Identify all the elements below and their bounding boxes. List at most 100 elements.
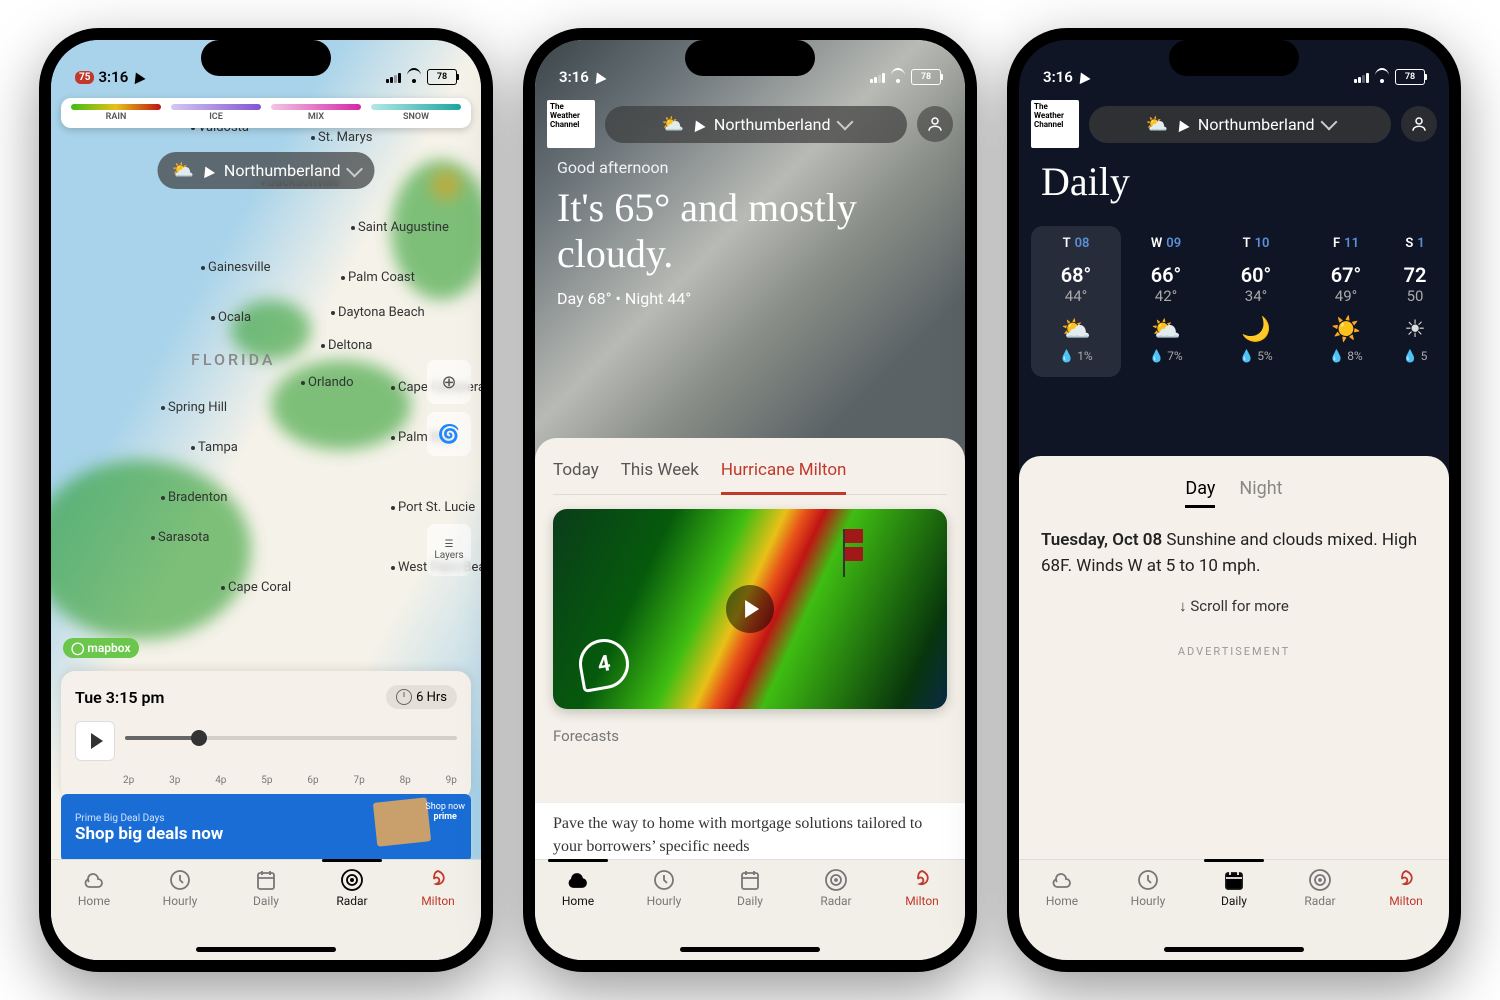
greeting-label: Good afternoon <box>557 158 943 177</box>
tab-milton[interactable]: Milton <box>879 868 965 960</box>
clock-icon <box>396 689 412 705</box>
location-name: Northumberland <box>224 161 341 180</box>
day-description: Tuesday, Oct 08 Sunshine and clouds mixe… <box>1041 528 1427 579</box>
day-high: 68° <box>1035 263 1117 287</box>
notch <box>685 40 815 76</box>
map-layers-button[interactable]: ☰Layers <box>427 524 471 576</box>
advertisement-banner[interactable]: Prime Big Deal Days Shop big deals now S… <box>61 794 471 862</box>
city-label: Sarasota <box>151 530 209 545</box>
profile-button[interactable] <box>917 106 953 142</box>
precip-chance: 💧 1% <box>1035 349 1117 363</box>
location-name: Northumberland <box>1198 115 1315 134</box>
city-label: Ocala <box>211 310 251 325</box>
layers-label: Layers <box>434 550 463 561</box>
location-arrow-icon <box>1176 115 1190 134</box>
day-column[interactable]: S1 7250 ☀💧 5 <box>1391 226 1439 377</box>
advertisement-label: ADVERTISEMENT <box>1041 645 1427 658</box>
home-indicator[interactable] <box>1164 947 1304 952</box>
play-button[interactable] <box>75 721 115 761</box>
hurricane-video-card[interactable]: 4 <box>553 509 947 709</box>
tab-today[interactable]: Today <box>553 456 599 494</box>
battery-icon: 78 <box>1395 69 1425 85</box>
city-label: St. Marys <box>311 130 372 145</box>
phone-radar: FLORIDA Valdosta St. Marys Jacksonville … <box>39 28 493 972</box>
timeline-ticks: 2p3p4p5p6p7p8p9p <box>75 775 457 786</box>
legend-ice: ICE <box>209 112 223 122</box>
weather-icon: ⛅ <box>1145 114 1167 135</box>
status-time: 3:16 <box>559 68 589 86</box>
status-time: 3:16 <box>1043 68 1073 86</box>
state-label: FLORIDA <box>191 350 275 369</box>
city-label: Daytona Beach <box>331 305 425 320</box>
legend-rain: RAIN <box>106 112 127 122</box>
timeline-slider[interactable] <box>125 728 457 754</box>
route-badge: 75 <box>75 71 94 84</box>
map-storm-button[interactable]: 🌀 <box>427 412 471 456</box>
profile-button[interactable] <box>1401 106 1437 142</box>
twc-logo[interactable]: The Weather Channel <box>547 100 595 148</box>
hurricane-flag-icon <box>843 529 867 577</box>
ad-package-icon <box>373 797 431 846</box>
day-column[interactable]: W09 66°42° ⛅💧 7% <box>1121 226 1211 377</box>
tab-bar: Home Hourly Daily Radar Milton <box>51 859 481 960</box>
tab-night[interactable]: Night <box>1239 478 1282 508</box>
detail-sheet: Day Night Tuesday, Oct 08 Sunshine and c… <box>1019 456 1449 868</box>
location-selector[interactable]: ⛅Northumberland <box>157 152 374 189</box>
tab-home[interactable]: Home <box>1019 868 1105 960</box>
tab-milton[interactable]: Milton <box>1363 868 1449 960</box>
phone-home: 3:16 78 The Weather Channel ⛅ Northumberl… <box>523 28 977 972</box>
tab-day[interactable]: Day <box>1185 478 1215 508</box>
tab-bar: Home Hourly Daily Radar Milton <box>1019 859 1449 960</box>
day-night-tabs: Day Night <box>1041 478 1427 508</box>
city-label: Saint Augustine <box>351 220 449 235</box>
location-selector[interactable]: ⛅ Northumberland <box>1089 106 1391 143</box>
tab-bar: Home Hourly Daily Radar Milton <box>535 859 965 960</box>
twc-logo[interactable]: The Weather Channel <box>1031 100 1079 148</box>
wifi-icon <box>1374 71 1390 83</box>
signal-icon <box>386 71 401 83</box>
phone-daily: 3:16 78 The Weather Channel ⛅ Northumberl… <box>1007 28 1461 972</box>
city-label: Tampa <box>191 440 238 455</box>
location-name: Northumberland <box>714 115 831 134</box>
signal-icon <box>870 71 885 83</box>
weather-icon: ⛅ <box>661 114 683 135</box>
location-arrow-icon <box>132 68 146 86</box>
legend-mix: MIX <box>308 112 324 122</box>
home-indicator[interactable] <box>680 947 820 952</box>
legend-snow: SNOW <box>403 112 429 122</box>
battery-icon: 78 <box>911 69 941 85</box>
ad-brand: Shop nowprime <box>425 802 465 822</box>
notch <box>201 40 331 76</box>
day-column[interactable]: T10 60°34° 🌙💧 5% <box>1211 226 1301 377</box>
day-column[interactable]: T08 68° 44° ⛅ 💧 1% <box>1031 226 1121 377</box>
notch <box>1169 40 1299 76</box>
wifi-icon <box>406 71 422 83</box>
timeline-range-button[interactable]: 6 Hrs <box>386 685 457 709</box>
page-title: Daily <box>1041 158 1130 205</box>
location-arrow-icon <box>692 115 706 134</box>
scroll-hint[interactable]: ↓ Scroll for more <box>1041 597 1427 615</box>
tab-milton[interactable]: Milton <box>395 868 481 960</box>
ad-headline: Shop big deals now <box>75 824 363 844</box>
tab-home[interactable]: Home <box>51 868 137 960</box>
chevron-down-icon <box>1320 114 1337 131</box>
tab-this-week[interactable]: This Week <box>621 456 699 494</box>
location-selector[interactable]: ⛅ Northumberland <box>605 106 907 143</box>
map-crosshair-button[interactable]: ⊕ <box>427 360 471 404</box>
chevron-down-icon <box>346 160 363 177</box>
city-label: Orlando <box>301 375 354 390</box>
forecasts-heading: Forecasts <box>553 727 947 745</box>
daily-forecast-row[interactable]: T08 68° 44° ⛅ 💧 1% W09 66°42° ⛅💧 7% T10 … <box>1019 226 1449 377</box>
city-label: Bradenton <box>161 490 227 505</box>
city-label: Palm Coast <box>341 270 415 285</box>
weather-headline: It's 65° and mostly cloudy. <box>557 185 943 277</box>
tab-hurricane-milton[interactable]: Hurricane Milton <box>721 456 847 495</box>
location-arrow-icon <box>593 68 607 86</box>
day-column[interactable]: F11 67°49° ☀️💧 8% <box>1301 226 1391 377</box>
tab-home[interactable]: Home <box>535 868 621 960</box>
city-label: Port St. Lucie <box>391 500 475 515</box>
city-label: Gainesville <box>201 260 271 275</box>
home-indicator[interactable] <box>196 947 336 952</box>
mapbox-attribution[interactable]: ◯ mapbox <box>63 638 139 658</box>
city-label: Cape Coral <box>221 580 291 595</box>
